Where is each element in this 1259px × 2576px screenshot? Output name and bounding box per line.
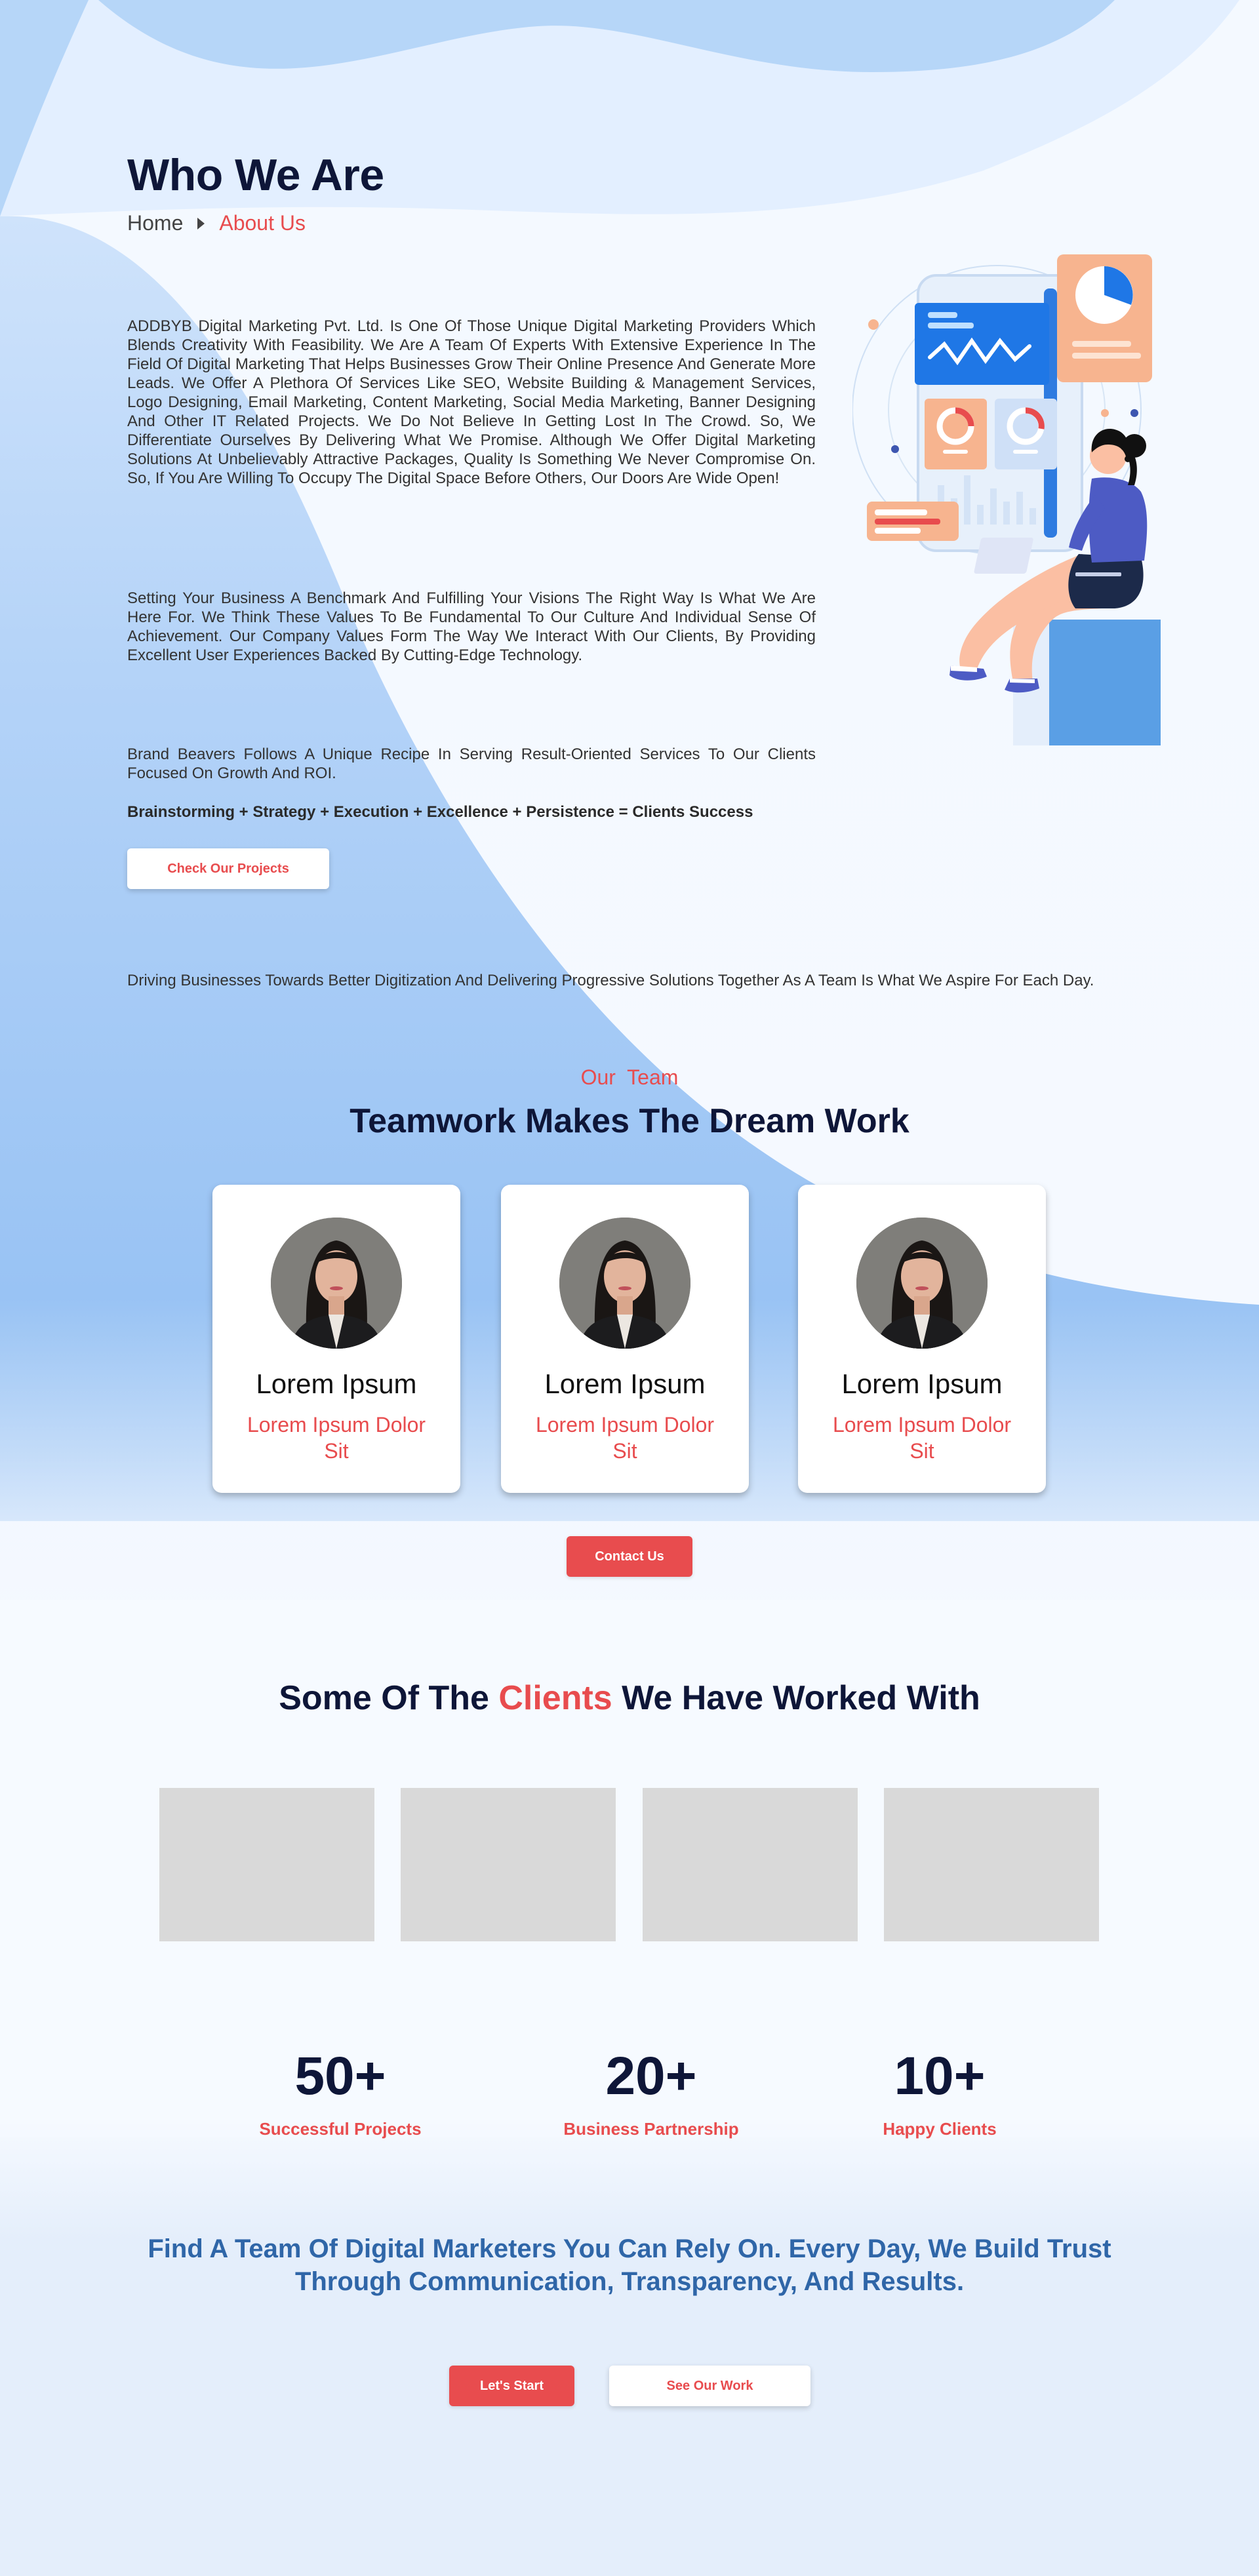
clients-heading-post: We Have Worked With <box>612 1679 980 1717</box>
aspire-statement: Driving Businesses Towards Better Digiti… <box>127 972 1094 989</box>
stat-value: 20+ <box>605 2046 697 2106</box>
stat-label: Business Partnership <box>563 2119 739 2139</box>
about-paragraph-recipe: Brand Beavers Follows A Unique Recipe In… <box>127 745 816 782</box>
team-member-name: Lorem Ipsum <box>544 1368 706 1399</box>
team-member-name: Lorem Ipsum <box>256 1368 417 1399</box>
stat-value: 50+ <box>294 2046 386 2106</box>
team-member-photo <box>856 1218 988 1349</box>
about-paragraph-intro: ADDBYB Digital Marketing Pvt. Ltd. Is On… <box>127 317 816 487</box>
team-member-role: Lorem Ipsum Dolor Sit <box>832 1413 1012 1463</box>
see-our-work-button[interactable]: See Our Work <box>609 2366 810 2406</box>
team-card: Lorem Ipsum Lorem Ipsum Dolor Sit <box>501 1185 749 1493</box>
clients-heading: Some Of The Clients We Have Worked With <box>0 1678 1259 1718</box>
stat-business-partnership: 20+ Business Partnership <box>553 2046 749 2139</box>
stat-successful-projects: 50+ Successful Projects <box>242 2046 439 2139</box>
stat-label: Successful Projects <box>259 2119 422 2139</box>
lets-start-button[interactable]: Let's Start <box>449 2366 574 2406</box>
hero-illustration <box>852 254 1161 745</box>
stat-happy-clients: 10+ Happy Clients <box>841 2046 1038 2139</box>
stat-label: Happy Clients <box>883 2119 997 2139</box>
team-heading: Teamwork Makes The Dream Work <box>350 1102 909 1140</box>
clients-heading-pre: Some Of The <box>279 1679 499 1717</box>
team-member-photo <box>559 1218 690 1349</box>
check-projects-button[interactable]: Check Our Projects <box>127 848 329 889</box>
stat-value: 10+ <box>894 2046 986 2106</box>
client-logo-placeholder <box>159 1788 374 1941</box>
client-logo-placeholder <box>401 1788 616 1941</box>
team-member-role: Lorem Ipsum Dolor Sit <box>535 1413 715 1463</box>
team-member-photo <box>271 1218 402 1349</box>
team-card: Lorem Ipsum Lorem Ipsum Dolor Sit <box>212 1185 460 1493</box>
team-eyebrow: Our Team <box>580 1065 679 1089</box>
chevron-right-icon <box>197 217 205 229</box>
contact-us-button[interactable]: Contact Us <box>567 1536 692 1577</box>
client-logo-placeholder <box>643 1788 858 1941</box>
client-logo-placeholder <box>884 1788 1099 1941</box>
success-formula: Brainstorming + Strategy + Execution + E… <box>127 803 753 821</box>
breadcrumb-current: About Us <box>219 211 306 235</box>
team-card: Lorem Ipsum Lorem Ipsum Dolor Sit <box>798 1185 1046 1493</box>
cta-heading: Find A Team Of Digital Marketers You Can… <box>148 2234 1111 2296</box>
breadcrumb: Home About Us <box>127 211 306 235</box>
breadcrumb-home-link[interactable]: Home <box>127 211 183 235</box>
team-member-role: Lorem Ipsum Dolor Sit <box>247 1413 426 1463</box>
about-paragraph-values: Setting Your Business A Benchmark And Fu… <box>127 589 816 664</box>
page-title: Who We Are <box>127 150 384 200</box>
team-member-name: Lorem Ipsum <box>841 1368 1003 1399</box>
clients-heading-accent: Clients <box>498 1679 612 1717</box>
